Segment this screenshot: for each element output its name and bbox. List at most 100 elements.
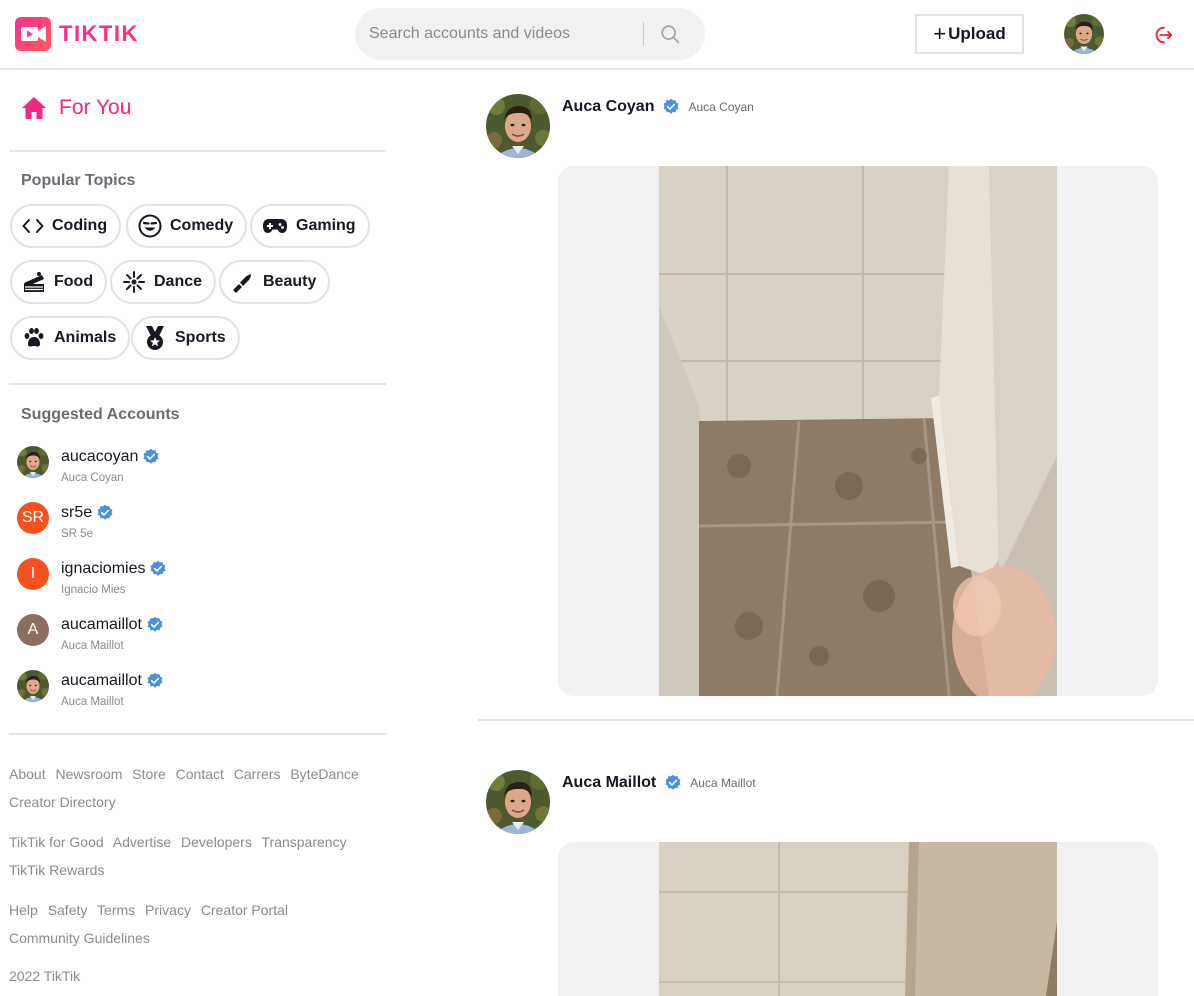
nav-for-you[interactable]: For You: [21, 96, 131, 120]
search-icon: [661, 25, 680, 44]
divider: [9, 733, 386, 735]
footer-link[interactable]: Store: [132, 766, 165, 782]
video-frame: [659, 166, 1057, 696]
avatar: [17, 446, 49, 478]
footer-link[interactable]: Developers: [181, 834, 252, 850]
footer-link[interactable]: TikTik Rewards: [9, 862, 104, 878]
account-username: sr5e: [61, 504, 93, 521]
search-divider: [643, 22, 644, 46]
suggested-account[interactable]: SR sr5e SR 5e: [17, 500, 377, 550]
footer-link[interactable]: Advertise: [113, 834, 171, 850]
topic-coding[interactable]: Coding: [10, 204, 122, 248]
topic-food[interactable]: Food: [10, 260, 108, 304]
upload-button[interactable]: + Upload: [915, 14, 1024, 54]
search-bar: [355, 8, 705, 60]
account-username: aucacoyan: [61, 448, 139, 465]
topic-animals[interactable]: Animals: [10, 316, 131, 360]
logout-icon: [1155, 26, 1173, 44]
topic-sports[interactable]: Sports: [131, 316, 240, 360]
for-you-label: For You: [59, 96, 132, 119]
video-feed[interactable]: Auca Coyan Auca Coyan Auca Maillot Auca …: [478, 72, 1194, 996]
post-author[interactable]: Auca Coyan Auca Coyan: [562, 98, 754, 116]
topic-label: Animals: [54, 329, 117, 346]
paw-icon: [24, 328, 44, 347]
verified-icon: [149, 560, 167, 578]
avatar: A: [17, 614, 49, 646]
footer-link[interactable]: Contact: [176, 766, 224, 782]
post-header: Auca Coyan Auca Coyan: [486, 94, 1186, 160]
footer-links-support: Help Safety Terms Privacy Creator Portal…: [9, 896, 387, 952]
account-username: aucamaillot: [61, 672, 142, 689]
profile-avatar[interactable]: [1064, 14, 1104, 54]
medal-icon: [146, 326, 164, 350]
footer-link[interactable]: ByteDance: [290, 766, 358, 782]
video-player[interactable]: [659, 166, 1057, 696]
post-avatar[interactable]: [486, 770, 550, 834]
plus-icon: +: [933, 21, 947, 46]
post-handle: Auca Maillot: [690, 776, 756, 790]
post-avatar[interactable]: [486, 94, 550, 158]
account-name: Ignacio Mies: [61, 584, 126, 596]
account-name: Auca Maillot: [61, 640, 124, 652]
copyright: 2022 TikTik: [9, 968, 81, 984]
verified-icon: [146, 616, 164, 634]
laughing-face-icon: [138, 214, 162, 238]
topic-gaming[interactable]: Gaming: [250, 204, 370, 248]
topic-comedy[interactable]: Comedy: [126, 204, 248, 248]
gamepad-icon: [263, 219, 287, 233]
post-display-name: Auca Coyan: [562, 98, 655, 115]
footer-links-programs: TikTik for Good Advertise Developers Tra…: [9, 828, 387, 884]
search-button[interactable]: [655, 20, 685, 48]
verified-icon: [662, 98, 680, 116]
footer-links-company: About Newsroom Store Contact Carrers Byt…: [9, 760, 387, 816]
post-handle: Auca Coyan: [688, 100, 754, 114]
footer-link[interactable]: TikTik for Good: [9, 834, 104, 850]
account-name: Auca Coyan: [61, 472, 124, 484]
footer-link[interactable]: Safety: [48, 902, 88, 918]
topic-label: Sports: [175, 329, 226, 346]
popular-topics-title: Popular Topics: [21, 172, 136, 189]
video-player[interactable]: [659, 842, 1057, 996]
footer-link[interactable]: About: [9, 766, 46, 782]
divider: [9, 150, 386, 152]
footer-link[interactable]: Transparency: [262, 834, 347, 850]
verified-icon: [142, 448, 160, 466]
topic-label: Food: [54, 273, 94, 290]
suggested-accounts-title: Suggested Accounts: [21, 406, 180, 423]
account-name: SR 5e: [61, 528, 93, 540]
home-icon: [22, 97, 46, 119]
suggested-account[interactable]: aucamaillot Auca Maillot: [17, 668, 377, 718]
footer-link[interactable]: Carrers: [234, 766, 281, 782]
footer-link[interactable]: Terms: [97, 902, 135, 918]
suggested-account[interactable]: I ignaciomies Ignacio Mies: [17, 556, 377, 606]
footer-link[interactable]: Help: [9, 902, 38, 918]
top-header: TIKTIK + Upload: [0, 0, 1194, 70]
topic-dance[interactable]: Dance: [110, 260, 217, 304]
avatar: I: [17, 558, 49, 590]
topic-label: Beauty: [263, 273, 317, 290]
footer-link[interactable]: Privacy: [145, 902, 191, 918]
cake-icon: [24, 272, 44, 292]
verified-icon: [96, 504, 114, 522]
sidebar: For You Popular Topics Coding Comedy Gam…: [9, 72, 387, 996]
suggested-account[interactable]: aucacoyan Auca Coyan: [17, 444, 377, 494]
topic-beauty[interactable]: Beauty: [219, 260, 331, 304]
topic-label: Dance: [154, 273, 203, 290]
footer-link[interactable]: Community Guidelines: [9, 930, 150, 946]
logout-button[interactable]: [1152, 24, 1174, 46]
suggested-account[interactable]: A aucamaillot Auca Maillot: [17, 612, 377, 662]
footer-link[interactable]: Creator Directory: [9, 794, 116, 810]
app-logo[interactable]: TIKTIK: [15, 17, 139, 51]
footer-link[interactable]: Creator Portal: [201, 902, 288, 918]
avatar: SR: [17, 502, 49, 534]
app-name: TIKTIK: [59, 21, 139, 46]
verified-icon: [664, 774, 682, 792]
footer-link[interactable]: Newsroom: [55, 766, 122, 782]
video-container: [558, 842, 1158, 996]
topic-label: Gaming: [296, 217, 356, 234]
post-divider: [478, 719, 1194, 721]
search-input[interactable]: [369, 22, 639, 46]
topic-label: Coding: [52, 217, 108, 234]
post-author[interactable]: Auca Maillot Auca Maillot: [562, 774, 756, 792]
verified-icon: [146, 672, 164, 690]
